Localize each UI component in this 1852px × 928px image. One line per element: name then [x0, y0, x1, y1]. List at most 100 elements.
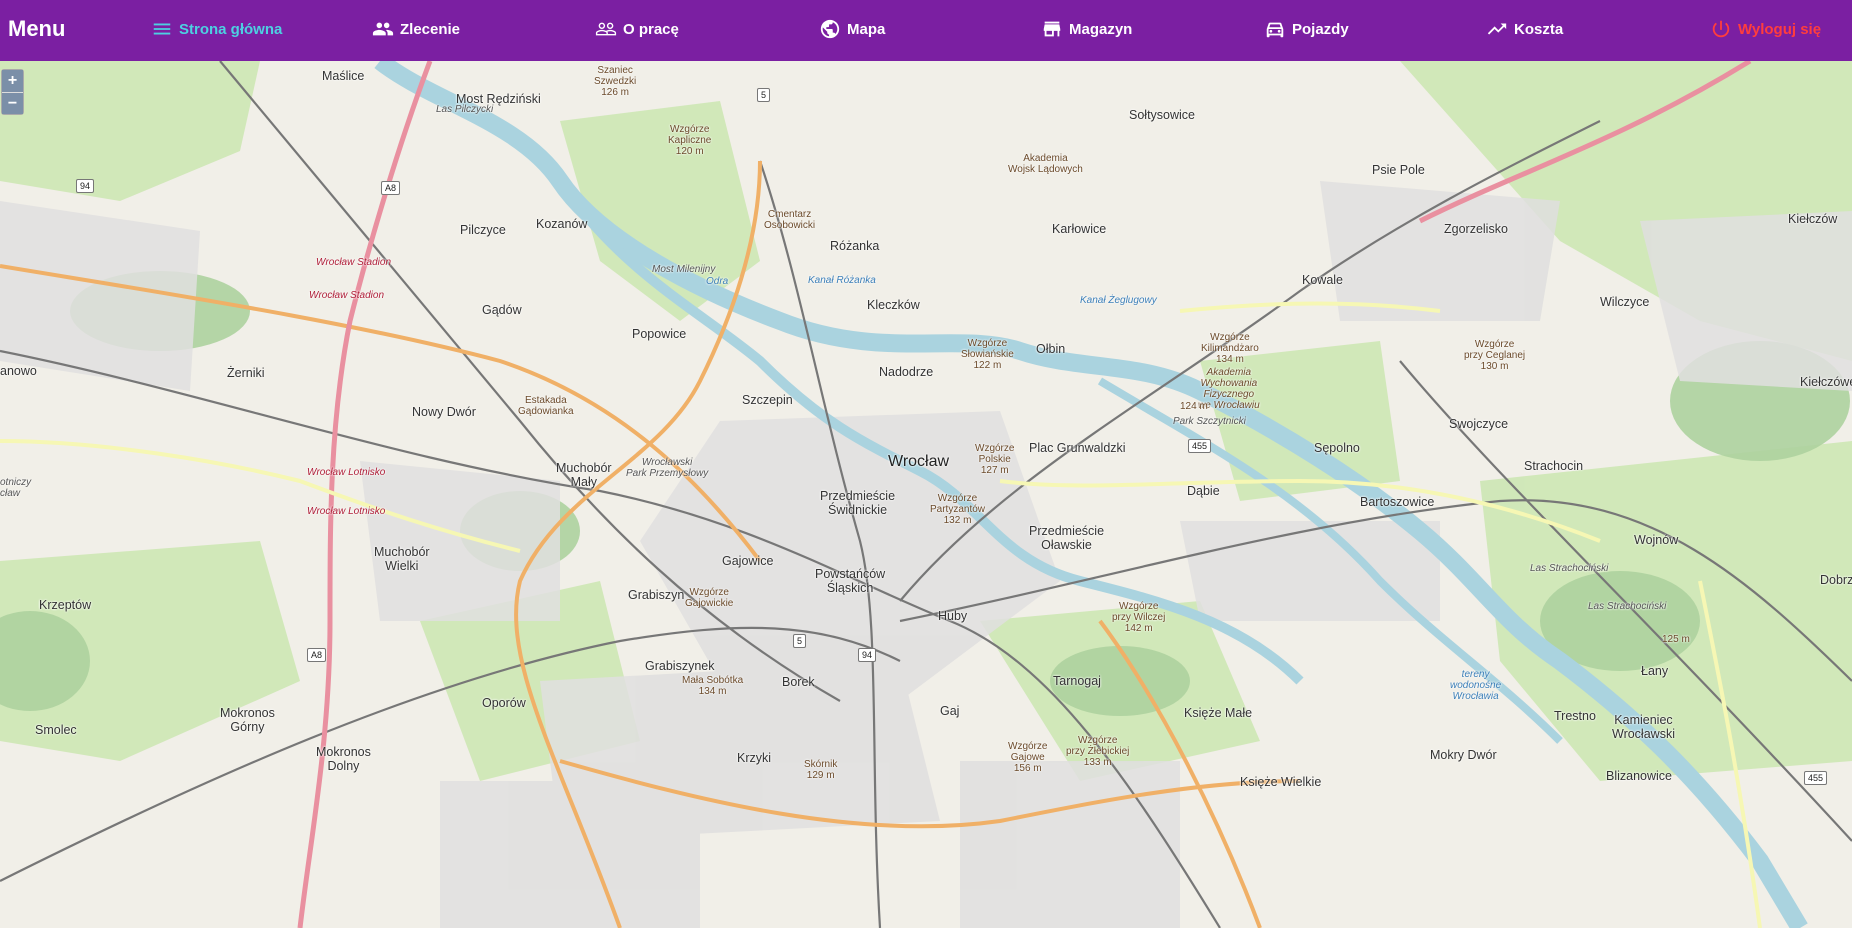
map-label: Wzgórze przy Żłebickiej 133 m	[1066, 735, 1129, 768]
globe-icon	[820, 19, 840, 39]
map-label-line: 127 m	[980, 465, 1009, 476]
map-label: Gajowice	[722, 554, 774, 568]
map-label-line: Powstańców	[815, 567, 886, 581]
map-label: Wzgórze przy Ceglanej 130 m	[1464, 339, 1525, 372]
nav-strona-glowna[interactable]: Strona główna	[151, 18, 282, 40]
map-label-line: Mały	[570, 475, 597, 489]
nav-zlecenie[interactable]: Zlecenie	[372, 18, 460, 40]
nav-magazyn[interactable]: Magazyn	[1041, 18, 1132, 40]
zoom-control: + −	[1, 69, 24, 115]
map-label: Muchobór Mały	[556, 461, 612, 489]
nav-mapa[interactable]: Mapa	[819, 18, 885, 40]
map-label: Sołtysowice	[1129, 108, 1195, 122]
map-label-line: Szwedzki	[594, 76, 637, 87]
map-label: Huby	[938, 609, 968, 623]
map-label-line: Przedmieście	[1029, 524, 1105, 538]
map-label-line: Akademia	[1023, 153, 1068, 164]
map-label: Psie Pole	[1372, 163, 1425, 177]
map-label: Swojczyce	[1449, 417, 1509, 431]
map-label: Gaj	[940, 704, 960, 718]
map-label-line: Wzgórze	[1210, 332, 1250, 343]
road-shield: 5	[793, 634, 807, 648]
map-label-line: 133 m	[1083, 757, 1112, 768]
map-label: Szaniec Szwedzki 126 m	[594, 65, 636, 98]
map-label: Wrocław Stadion	[316, 257, 392, 268]
map-label: Krzeptów	[39, 598, 92, 612]
map-label-line: przy Żłebickiej	[1066, 746, 1130, 757]
map-label: Kanał Różanka	[808, 275, 876, 286]
map-label-line: Przedmieście	[820, 489, 896, 503]
map-label: Nadodrze	[879, 365, 934, 379]
map-label: Mokry Dwór	[1430, 748, 1497, 762]
road-shield: 94	[76, 179, 95, 193]
nav-label: Magazyn	[1069, 20, 1133, 38]
map-label-line: Cmentarz	[767, 209, 812, 220]
map-label-line: Fizycznego	[1203, 389, 1255, 400]
map-label-line: 126 m	[601, 87, 630, 98]
map-label: Maślice	[322, 69, 365, 83]
map-label: Sępolno	[1314, 441, 1360, 455]
map-label-line: Szaniec	[597, 65, 633, 76]
map-label: Borek	[782, 675, 815, 689]
nav-o-prace[interactable]: O pracę	[595, 18, 679, 40]
car-icon	[1266, 22, 1284, 38]
map-label-line: Wzgórze	[1474, 339, 1515, 350]
nav-label: Pojazdy	[1292, 20, 1349, 38]
store-icon	[1043, 21, 1061, 37]
map-label: Skórnik 129 m	[804, 759, 837, 781]
map-label-line: cław	[0, 488, 21, 499]
map-label: Kiełczówek	[1800, 375, 1852, 389]
nav-label: Zlecenie	[400, 20, 461, 38]
map-label: Księże Wielkie	[1240, 775, 1322, 789]
map-label: Wojnów	[1634, 533, 1679, 547]
map-view[interactable]: + − Maślice Most Rędziński Las Pilczycki…	[0, 61, 1852, 928]
map-label-line: Skórnik	[804, 759, 838, 770]
map-label-line: Wrocławski	[1612, 727, 1675, 741]
map-label-line: 142 m	[1124, 623, 1153, 634]
map-label: Kanał Żeglugowy	[1080, 295, 1157, 306]
map-label-line: Wzgórze	[1077, 735, 1118, 746]
map-label-line: Mokronos	[220, 706, 275, 720]
map-label: Smolec	[35, 723, 77, 737]
map-label-line: Gajowickie	[685, 598, 734, 609]
map-label-line: przy Ceglanej	[1464, 350, 1526, 361]
map-label-line: Estakada	[524, 395, 567, 406]
map-label-line: Osobowicki	[764, 220, 816, 231]
map-label: Wrocławski Park Przemysłowy	[626, 457, 708, 479]
map-label: Pilczyce	[460, 223, 506, 237]
nav-wyloguj[interactable]: Wyloguj się	[1710, 18, 1821, 40]
map-label: Kleczków	[867, 298, 920, 312]
map-label: Blizanowice	[1606, 769, 1673, 783]
zoom-in-button[interactable]: +	[2, 70, 23, 92]
map-label-line: Wzgórze	[967, 338, 1008, 349]
nav-koszta[interactable]: Koszta	[1486, 18, 1563, 40]
menu-brand[interactable]: Menu	[8, 16, 65, 42]
map-label-line: Gądowianka	[518, 406, 574, 417]
map-label-line: Wrocławski	[641, 457, 693, 468]
map-label-line: 122 m	[973, 360, 1002, 371]
map-label-line: Śląskich	[826, 581, 874, 595]
map-label: Łany	[1641, 664, 1669, 678]
map-label: Dąbie	[1187, 484, 1220, 498]
map-label: Wzgórze Gajowe 156 m	[1008, 741, 1047, 774]
map-label: Cmentarz Osobowicki	[764, 209, 815, 231]
map-label-line: przy Wilczej	[1112, 612, 1166, 623]
map-label: Przedmieście Oławskie	[1029, 524, 1104, 552]
map-label-line: Muchobór	[374, 545, 430, 559]
map-label-line: Wzgórze	[669, 124, 710, 135]
map-label: Odra	[706, 276, 729, 287]
zoom-out-button[interactable]: −	[2, 92, 23, 114]
map-label: Księże Małe	[1184, 706, 1253, 720]
map-label: Wrocław Lotnisko	[307, 467, 386, 478]
map-label-line: 156 m	[1013, 763, 1042, 774]
map-label-line: wodonośne	[1450, 680, 1502, 691]
map-label: Wilczyce	[1600, 295, 1650, 309]
map-label: Kiełczów	[1788, 212, 1838, 226]
map-label: Wzgórze Kapliczne 120 m	[668, 124, 711, 157]
map-label: Muchobór Wielki	[374, 545, 430, 573]
map-label-line: Wychowania	[1200, 378, 1258, 389]
map-label: Wrocław Lotnisko	[307, 506, 386, 517]
nav-label: Koszta	[1514, 20, 1564, 38]
nav-pojazdy[interactable]: Pojazdy	[1264, 18, 1349, 40]
road-shield: A8	[307, 648, 327, 662]
